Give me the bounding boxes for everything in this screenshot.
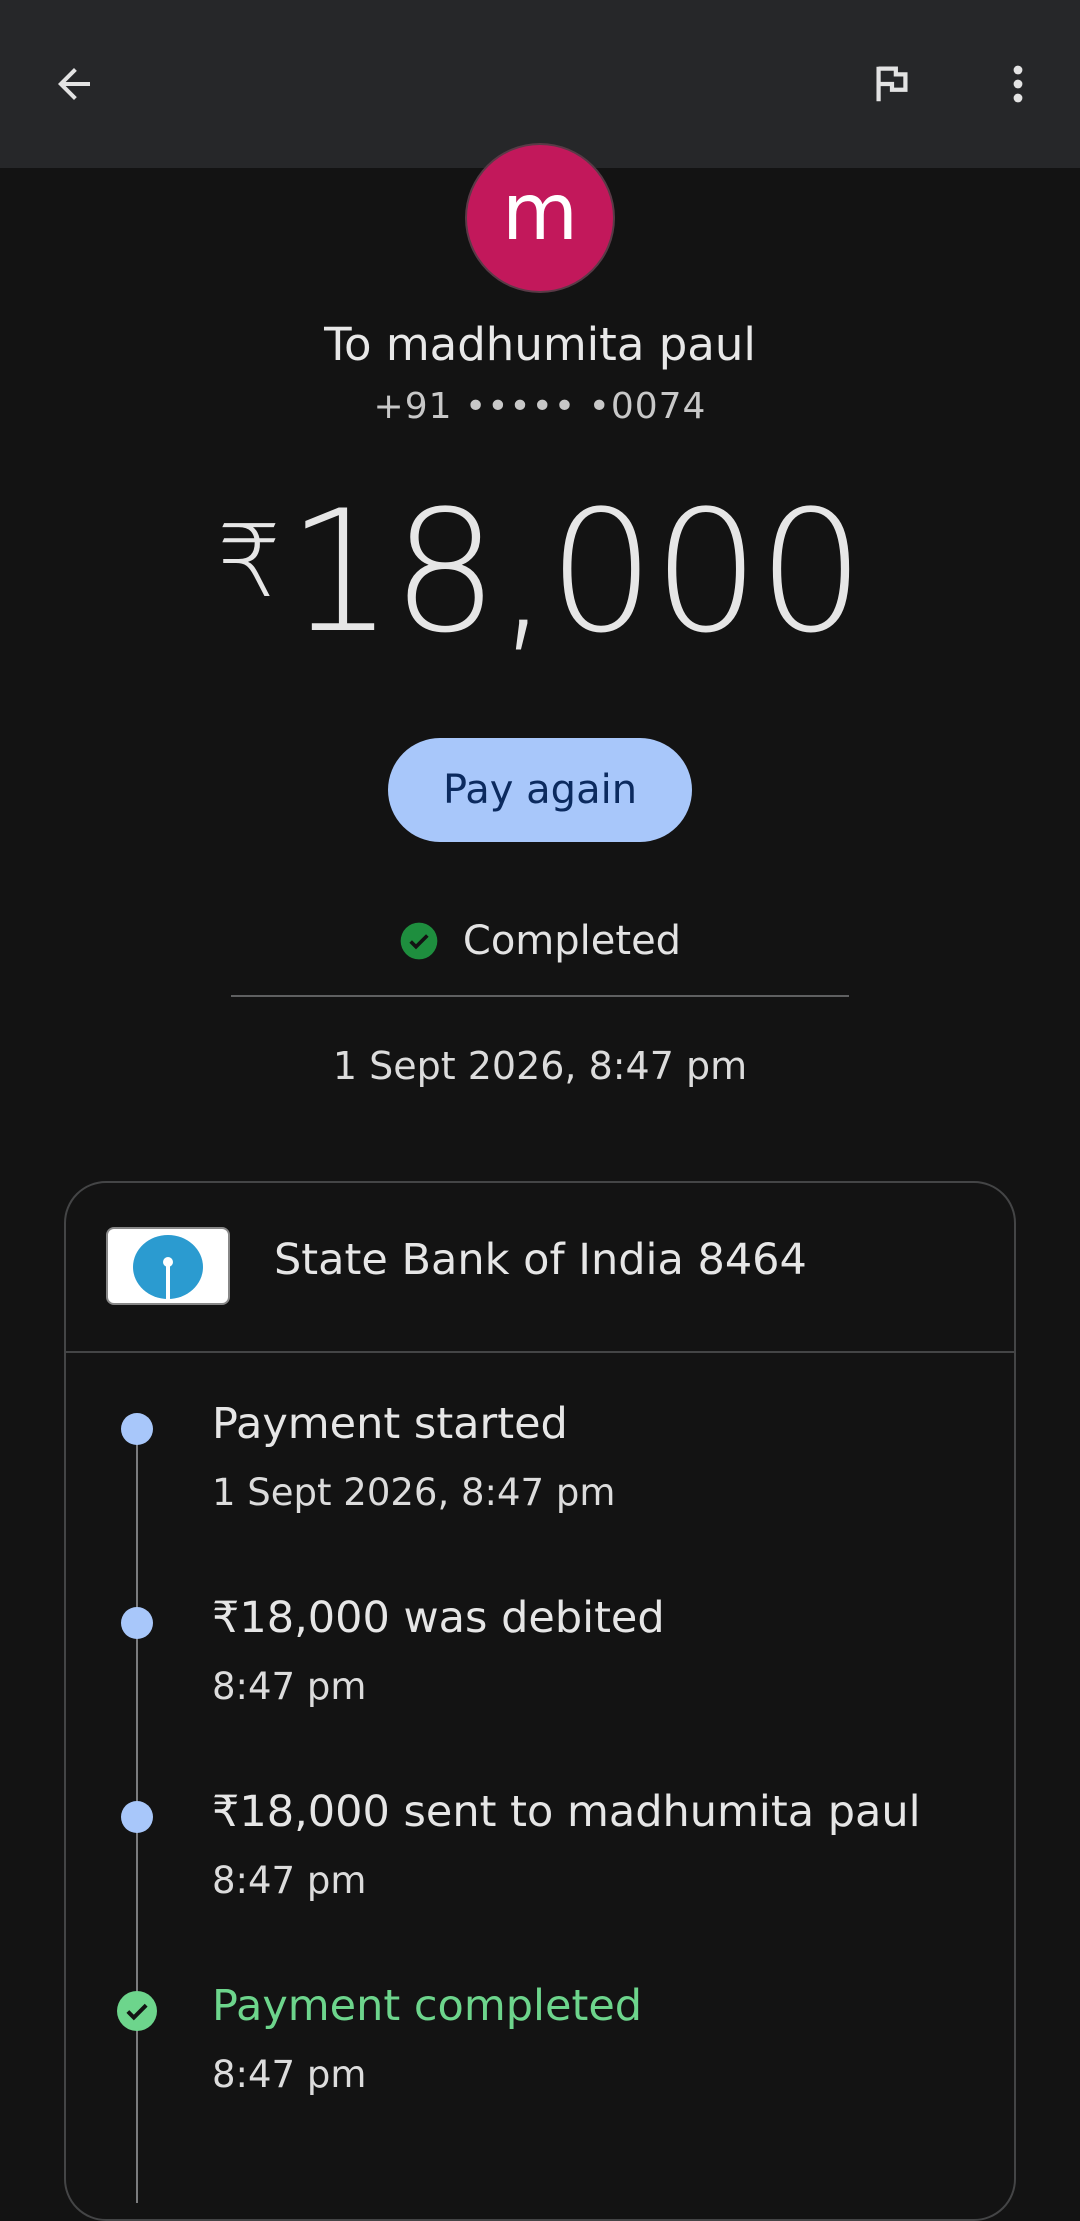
timeline-step-title: ₹18,000 was debited [212, 1593, 665, 1643]
check-circle-icon [400, 922, 438, 960]
recipient-name: To madhumita paul [324, 318, 756, 371]
timeline-step-time: 8:47 pm [212, 1859, 367, 1902]
top-app-bar [0, 0, 1080, 168]
sbi-logo-icon [106, 1227, 230, 1305]
avatar: m [467, 145, 613, 291]
payment-amount: ₹18,000 [0, 488, 1080, 656]
timeline-step-time: 1 Sept 2026, 8:47 pm [212, 1471, 616, 1514]
more-options-button[interactable] [970, 36, 1066, 132]
timeline-step-time: 8:47 pm [212, 2053, 367, 2096]
check-circle-icon [117, 1991, 157, 2031]
timeline-dot-icon [121, 1607, 153, 1639]
divider [231, 995, 849, 997]
timeline-dot-icon [121, 1413, 153, 1445]
report-flag-button[interactable] [844, 36, 940, 132]
timeline-step-title: Payment started [212, 1399, 568, 1449]
bank-account-row[interactable]: State Bank of India 8464 [66, 1183, 1014, 1353]
status-label: Completed [462, 918, 682, 964]
transaction-datetime: 1 Sept 2026, 8:47 pm [332, 1044, 748, 1088]
status-row: Completed [0, 918, 1080, 964]
timeline-step-title: Payment completed [212, 1981, 643, 2031]
arrow-back-icon [58, 68, 90, 100]
timeline-step-title: ₹18,000 sent to madhumita paul [212, 1787, 921, 1837]
recipient-phone: +91 ••••• •0074 [373, 386, 707, 427]
back-button[interactable] [26, 36, 122, 132]
timeline-step-time: 8:47 pm [212, 1665, 367, 1708]
more-vert-icon [1013, 65, 1023, 103]
payment-details-card: State Bank of India 8464 Payment started… [64, 1181, 1016, 2221]
bank-account-name: State Bank of India 8464 [274, 1235, 807, 1285]
pay-again-button[interactable]: Pay again [388, 738, 692, 842]
currency-symbol: ₹ [217, 503, 281, 620]
flag-icon [876, 66, 908, 102]
amount-value: 18,000 [286, 474, 865, 670]
timeline-dot-icon [121, 1801, 153, 1833]
